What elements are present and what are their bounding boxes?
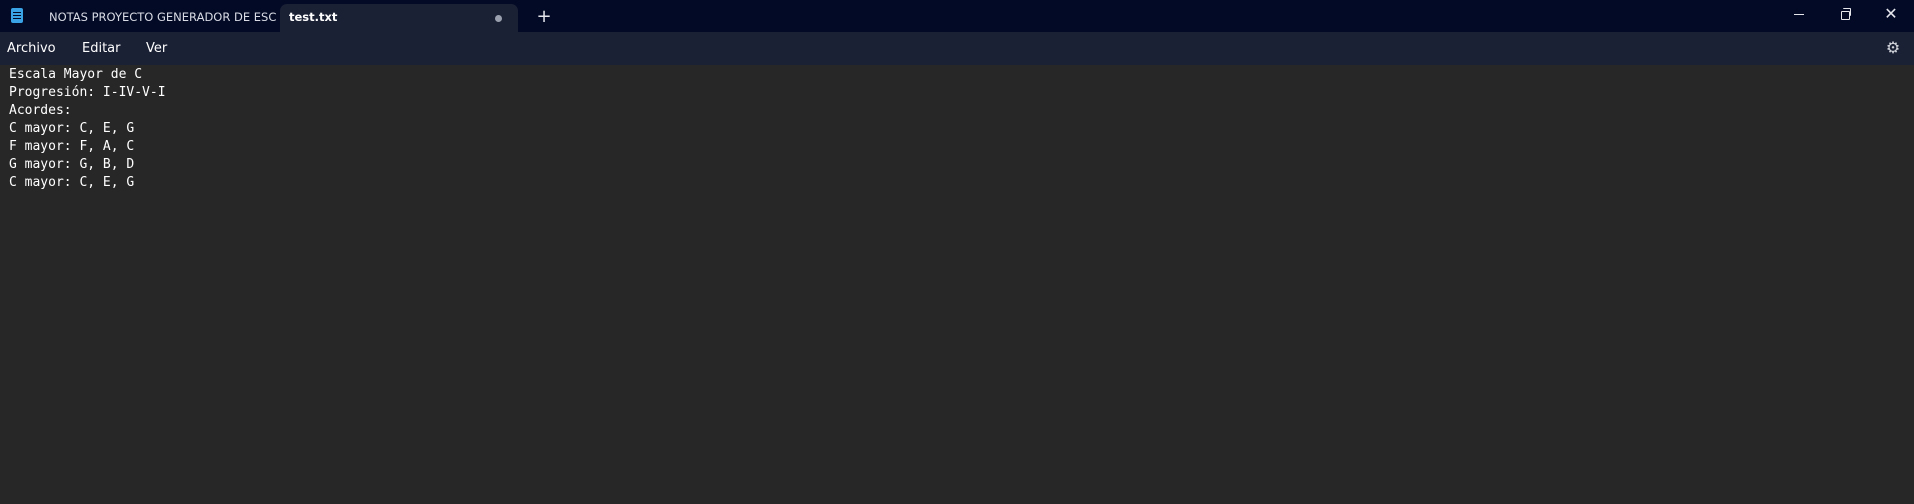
editor-line[interactable]: C mayor: C, E, G bbox=[9, 120, 134, 138]
new-tab-button[interactable]: + bbox=[532, 6, 556, 28]
menu-editar[interactable]: Editar bbox=[82, 40, 121, 57]
tab-label: NOTAS PROYECTO GENERADOR DE ESCAL bbox=[49, 10, 276, 24]
editor-line[interactable]: Acordes: bbox=[9, 102, 72, 120]
unsaved-dot-icon[interactable] bbox=[495, 15, 502, 22]
editor-line[interactable]: Escala Mayor de C bbox=[9, 66, 142, 84]
close-icon: ✕ bbox=[1884, 4, 1898, 23]
editor-line[interactable]: C mayor: C, E, G bbox=[9, 174, 134, 192]
plus-icon: + bbox=[536, 6, 552, 27]
menu-archivo[interactable]: Archivo bbox=[7, 40, 56, 57]
notepad-window: NOTAS PROYECTO GENERADOR DE ESCAL test.t… bbox=[0, 0, 1914, 504]
editor-line[interactable]: Progresión: I-IV-V-I bbox=[9, 84, 166, 102]
tab-test-txt[interactable]: test.txt bbox=[280, 4, 518, 32]
close-button[interactable]: ✕ bbox=[1868, 0, 1914, 30]
editor-line[interactable]: G mayor: G, B, D bbox=[9, 156, 134, 174]
text-editor[interactable]: Escala Mayor de C Progresión: I-IV-V-I A… bbox=[0, 65, 1914, 504]
restore-icon bbox=[1841, 8, 1851, 20]
notepad-icon bbox=[11, 8, 23, 23]
gear-icon[interactable]: ⚙ bbox=[1884, 39, 1902, 57]
menu-bar: Archivo Editar Ver ⚙ bbox=[0, 32, 1914, 65]
minimize-button[interactable] bbox=[1776, 0, 1822, 30]
maximize-button[interactable] bbox=[1822, 0, 1868, 30]
tab-notas-proyecto[interactable]: NOTAS PROYECTO GENERADOR DE ESCAL bbox=[40, 4, 276, 32]
tab-label: test.txt bbox=[289, 10, 338, 24]
title-bar[interactable]: NOTAS PROYECTO GENERADOR DE ESCAL test.t… bbox=[0, 0, 1914, 32]
menu-ver[interactable]: Ver bbox=[146, 40, 167, 57]
minimize-icon bbox=[1794, 14, 1804, 15]
editor-line[interactable]: F mayor: F, A, C bbox=[9, 138, 134, 156]
